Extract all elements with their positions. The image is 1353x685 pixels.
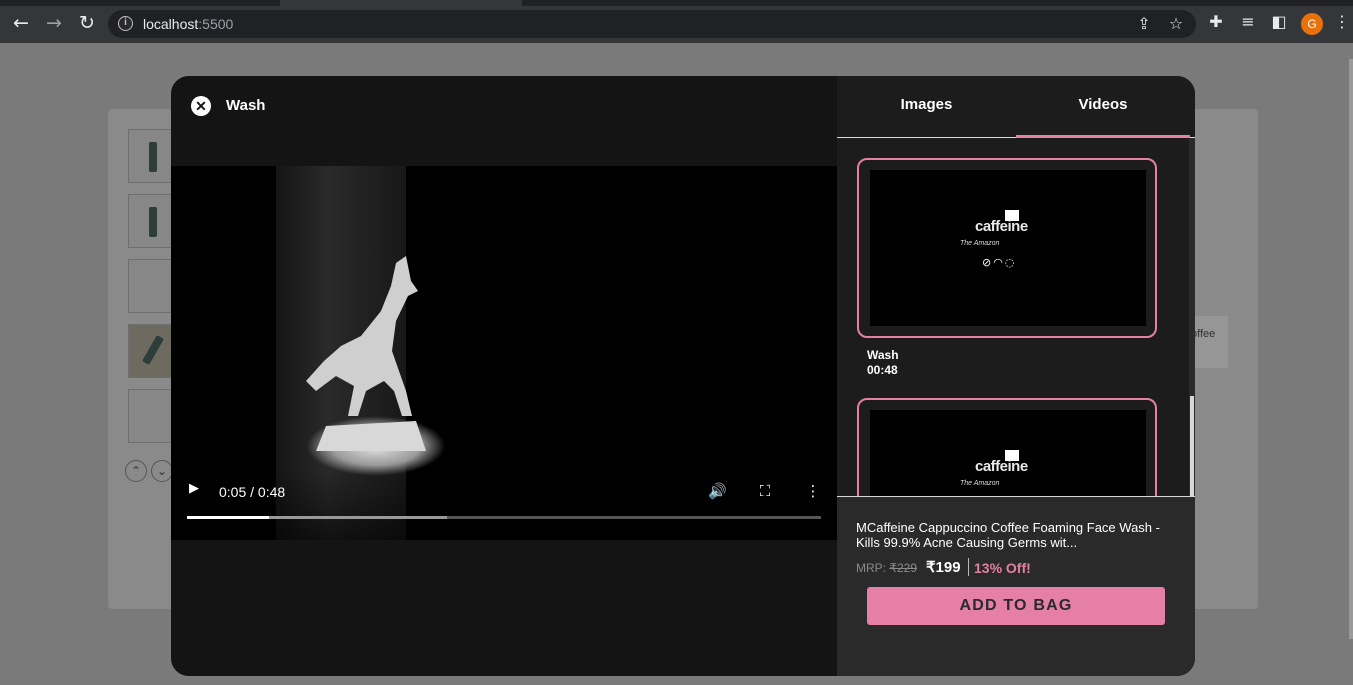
close-icon[interactable]: ✕ bbox=[191, 96, 211, 116]
tab-images[interactable]: Images bbox=[837, 76, 1016, 138]
logo-tagline: The Amazon bbox=[960, 240, 1000, 247]
extensions-icon[interactable]: ✚ bbox=[1205, 11, 1227, 33]
video-list: caffeine The Amazon ⊘◠◌ Wash 00:48 caffe… bbox=[837, 138, 1195, 496]
side-panel-icon[interactable]: ◧ bbox=[1268, 11, 1290, 33]
product-thumbnail[interactable] bbox=[128, 194, 176, 248]
play-icon[interactable]: ▶ bbox=[189, 482, 203, 496]
video-pane: ✕ Wash ▶ 0:05 / 0:48 🔊 ⛶ ⋮ bbox=[171, 76, 837, 676]
add-to-bag-button[interactable]: ADD TO BAG bbox=[867, 587, 1165, 625]
video-thumbnail: caffeine The Amazon bbox=[870, 410, 1146, 496]
side-panel: Images Videos caffeine The Amazon ⊘◠◌ Wa… bbox=[837, 76, 1195, 676]
tab-strip bbox=[0, 0, 1353, 6]
media-queue-icon[interactable]: ≡ bbox=[1237, 11, 1259, 33]
reload-icon[interactable]: ↻ bbox=[75, 11, 99, 35]
modal-title: Wash bbox=[226, 97, 266, 114]
media-tabs: Images Videos bbox=[837, 76, 1195, 138]
caffeine-logo: caffeine bbox=[975, 218, 1028, 235]
page-scrollbar[interactable] bbox=[1349, 59, 1353, 639]
tab-videos[interactable]: Videos bbox=[1016, 76, 1190, 138]
video-player[interactable]: ▶ 0:05 / 0:48 🔊 ⛶ ⋮ bbox=[171, 166, 837, 540]
video-controls-bar bbox=[171, 466, 837, 540]
browser-toolbar: ← → ↻ i localhost:5500 ⇪ ☆ ✚ ≡ ◧ G ⋮ bbox=[0, 0, 1353, 43]
site-info-icon[interactable]: i bbox=[118, 16, 133, 31]
logo-tagline: The Amazon bbox=[960, 480, 1000, 487]
back-icon[interactable]: ← bbox=[9, 11, 33, 35]
video-duration: 00:48 bbox=[867, 363, 898, 377]
address-bar[interactable]: i localhost:5500 ⇪ ☆ bbox=[108, 10, 1196, 38]
bookmark-star-icon[interactable]: ☆ bbox=[1165, 13, 1187, 35]
fullscreen-icon[interactable]: ⛶ bbox=[756, 482, 774, 500]
logo-dots-icon: ⊘◠◌ bbox=[982, 256, 1017, 269]
video-progress-bar bbox=[187, 516, 270, 519]
product-name: MCaffeine Cappuccino Coffee Foaming Face… bbox=[856, 520, 1160, 550]
video-modal: ✕ Wash ▶ 0:05 / 0:48 🔊 ⛶ ⋮ Images Videos bbox=[171, 76, 1195, 676]
product-info: MCaffeine Cappuccino Coffee Foaming Face… bbox=[837, 496, 1195, 676]
price-divider bbox=[968, 558, 969, 576]
video-name: Wash bbox=[867, 348, 899, 362]
video-thumbnail-card[interactable]: caffeine The Amazon bbox=[857, 398, 1157, 496]
video-progress-track[interactable] bbox=[187, 516, 821, 519]
share-icon[interactable]: ⇪ bbox=[1133, 13, 1155, 35]
video-thumbnail: caffeine The Amazon ⊘◠◌ bbox=[870, 170, 1146, 326]
forward-icon[interactable]: → bbox=[42, 11, 66, 35]
menu-kebab-icon[interactable]: ⋮ bbox=[1333, 11, 1351, 33]
thumb-down-icon[interactable]: ⌄ bbox=[151, 460, 173, 482]
product-thumbnail[interactable] bbox=[128, 129, 176, 183]
video-thumbnail-card[interactable]: caffeine The Amazon ⊘◠◌ bbox=[857, 158, 1157, 338]
discount-badge: 13% Off! bbox=[974, 560, 1031, 576]
caffeine-logo: caffeine bbox=[975, 458, 1028, 475]
mrp: MRP: ₹229 bbox=[856, 561, 917, 575]
url-text[interactable]: localhost:5500 bbox=[143, 16, 233, 32]
video-time: 0:05 / 0:48 bbox=[219, 484, 286, 500]
volume-icon[interactable]: 🔊 bbox=[708, 482, 727, 500]
active-tab[interactable] bbox=[280, 0, 522, 6]
product-thumbnail[interactable] bbox=[128, 324, 176, 378]
product-thumbnail[interactable] bbox=[128, 389, 176, 443]
profile-avatar[interactable]: G bbox=[1301, 13, 1323, 35]
product-thumbnail[interactable] bbox=[128, 259, 176, 313]
video-options-icon[interactable]: ⋮ bbox=[804, 482, 822, 500]
wolf-figure-icon bbox=[306, 256, 426, 451]
mrp-value: ₹229 bbox=[889, 561, 917, 575]
thumb-up-icon[interactable]: ⌃ bbox=[125, 460, 147, 482]
price: ₹199 bbox=[926, 559, 961, 576]
video-list-scrollbar[interactable] bbox=[1189, 138, 1195, 496]
